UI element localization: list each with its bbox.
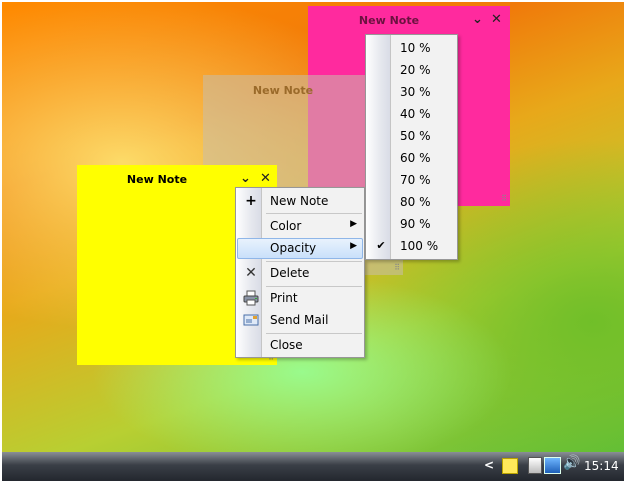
menu-item-label: Close [270,338,303,352]
menu-item-color[interactable]: Color ▶ [237,216,363,237]
submenu-arrow-icon: ▶ [350,241,357,251]
opacity-option-label: 10 % [400,41,431,55]
note-context-menu: + New Note Color ▶ Opacity ▶ ✕ Delete Pr… [235,187,365,358]
checkmark-icon: ✔ [376,239,386,252]
sticky-note-tray-icon[interactable] [502,458,518,474]
opacity-option-label: 60 % [400,151,431,165]
show-hidden-icons-button[interactable]: < [484,458,494,472]
menu-item-delete[interactable]: ✕ Delete [237,263,363,284]
opacity-option-label: 30 % [400,85,431,99]
opacity-option-label: 100 % [400,239,439,253]
opacity-option-label: 80 % [400,195,431,209]
safely-remove-hardware-icon[interactable] [528,457,542,474]
menu-separator [266,261,362,262]
plus-icon: + [245,193,257,209]
opacity-option[interactable]: 30 % [367,82,456,103]
menu-item-send-mail[interactable]: Send Mail [237,310,363,331]
network-icon[interactable] [544,457,561,474]
collapse-icon[interactable]: ⌄ [240,171,251,186]
menu-item-new-note[interactable]: + New Note [237,191,363,212]
opacity-option-label: 90 % [400,217,431,231]
opacity-option[interactable]: 80 % [367,192,456,213]
opacity-option-label: 40 % [400,107,431,121]
menu-item-label: Opacity [270,241,317,255]
opacity-option[interactable]: 40 % [367,104,456,125]
menu-item-label: Send Mail [270,313,329,327]
opacity-option-label: 20 % [400,63,431,77]
delete-x-icon: ✕ [245,265,257,281]
close-icon[interactable]: ✕ [491,12,502,27]
opacity-option-label: 50 % [400,129,431,143]
menu-item-label: Color [270,219,302,233]
desktop: New Note ⌄ ✕ ⠿ New Note ⠿ New Note ⌄ ✕ ⠿… [2,2,624,452]
clock[interactable]: 15:14 [584,459,619,473]
opacity-option[interactable]: 20 % [367,60,456,81]
collapse-icon[interactable]: ⌄ [472,12,483,27]
mail-icon [243,312,259,328]
close-icon[interactable]: ✕ [260,171,271,186]
opacity-option-label: 70 % [400,173,431,187]
opacity-option[interactable]: 90 % [367,214,456,235]
menu-separator [266,333,362,334]
taskbar: < 🔊 15:14 [2,452,624,481]
opacity-submenu: 10 % 20 % 30 % 40 % 50 % 60 % 70 % 80 % 90 % ✔ 100… [365,34,458,260]
menu-separator [266,286,362,287]
menu-item-opacity[interactable]: Opacity ▶ [237,238,363,259]
opacity-option[interactable]: 70 % [367,170,456,191]
submenu-arrow-icon: ▶ [350,219,357,229]
menu-separator [266,213,362,214]
menu-item-label: Print [270,291,298,305]
menu-item-print[interactable]: Print [237,288,363,309]
menu-item-close[interactable]: Close [237,335,363,356]
printer-icon [243,290,259,306]
volume-icon[interactable]: 🔊 [563,455,580,471]
menu-item-label: Delete [270,266,310,280]
menu-item-label: New Note [270,194,329,208]
opacity-option[interactable]: ✔ 100 % [367,236,456,257]
opacity-option[interactable]: 50 % [367,126,456,147]
opacity-option[interactable]: 60 % [367,148,456,169]
resize-grip-icon[interactable]: ⠿ [501,194,507,203]
opacity-option[interactable]: 10 % [367,38,456,59]
resize-grip-icon[interactable]: ⠿ [394,263,400,272]
